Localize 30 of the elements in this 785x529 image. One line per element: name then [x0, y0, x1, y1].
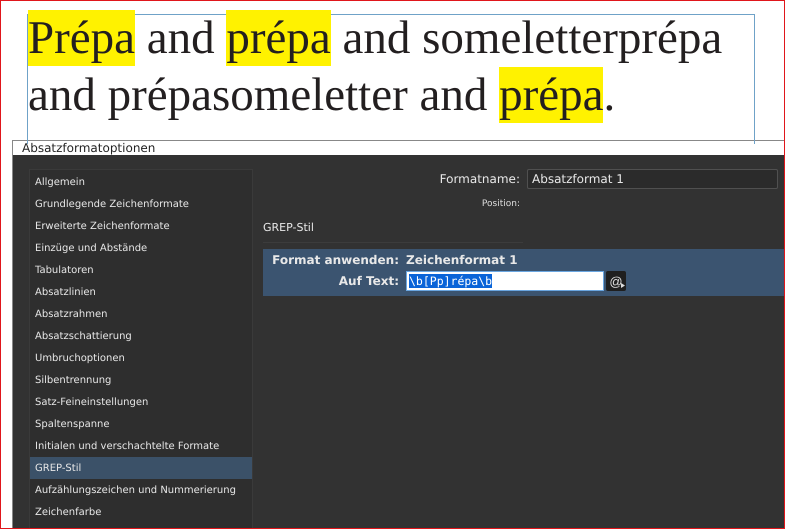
sidebar-item[interactable]: Einzüge und Abstände	[30, 237, 252, 259]
document-text-line: and prépasomeletter and prépa.	[28, 67, 616, 124]
dropdown-arrow-icon	[621, 283, 625, 288]
character-style-value: Zeichenformat 1	[406, 253, 518, 267]
sidebar-item[interactable]: Umbruchoptionen	[30, 347, 252, 369]
format-name-field[interactable]: Absatzformat 1	[527, 169, 778, 189]
grep-expression-field[interactable]: \b[Pp]répa\b	[406, 271, 604, 291]
grep-rule-row[interactable]: Format anwenden: Zeichenformat 1 Auf Text: \b[Pp]répa\b @	[263, 249, 784, 296]
sidebar-item[interactable]: Tabulatoren	[30, 259, 252, 281]
sidebar-item[interactable]: Spaltenspanne	[30, 413, 252, 435]
sidebar-item[interactable]: Aufzählungszeichen und Nummerierung	[30, 479, 252, 501]
sidebar-item[interactable]: Allgemein	[30, 171, 252, 193]
sidebar-item[interactable]: Absatzrahmen	[30, 303, 252, 325]
sidebar-item[interactable]: GREP-Stil	[30, 457, 252, 479]
section-title: GREP-Stil	[263, 221, 314, 234]
field-label: Formatname:	[438, 172, 521, 186]
sidebar-item[interactable]: Zeichenfarbe	[30, 501, 252, 523]
sidebar-item[interactable]: Erweiterte Zeichenformate	[30, 215, 252, 237]
field-label: Auf Text:	[338, 274, 400, 288]
sidebar-item[interactable]: Satz-Feineinstellungen	[30, 391, 252, 413]
special-characters-button[interactable]: @	[606, 271, 626, 291]
sidebar-item[interactable]: Absatzschattierung	[30, 325, 252, 347]
sidebar-item[interactable]: Absatzlinien	[30, 281, 252, 303]
field-label: Position:	[482, 199, 520, 209]
field-label: Format anwenden:	[271, 253, 400, 267]
window-title: Absatzformatoptionen	[22, 141, 156, 155]
sidebar-item[interactable]: Silbentrennung	[30, 369, 252, 391]
document-text-line: Prépa and prépa and someletterprépa	[28, 10, 722, 67]
sidebar-item[interactable]: Grundlegende Zeichenformate	[30, 193, 252, 215]
sidebar-item[interactable]: Initialen und verschachtelte Formate	[30, 435, 252, 457]
